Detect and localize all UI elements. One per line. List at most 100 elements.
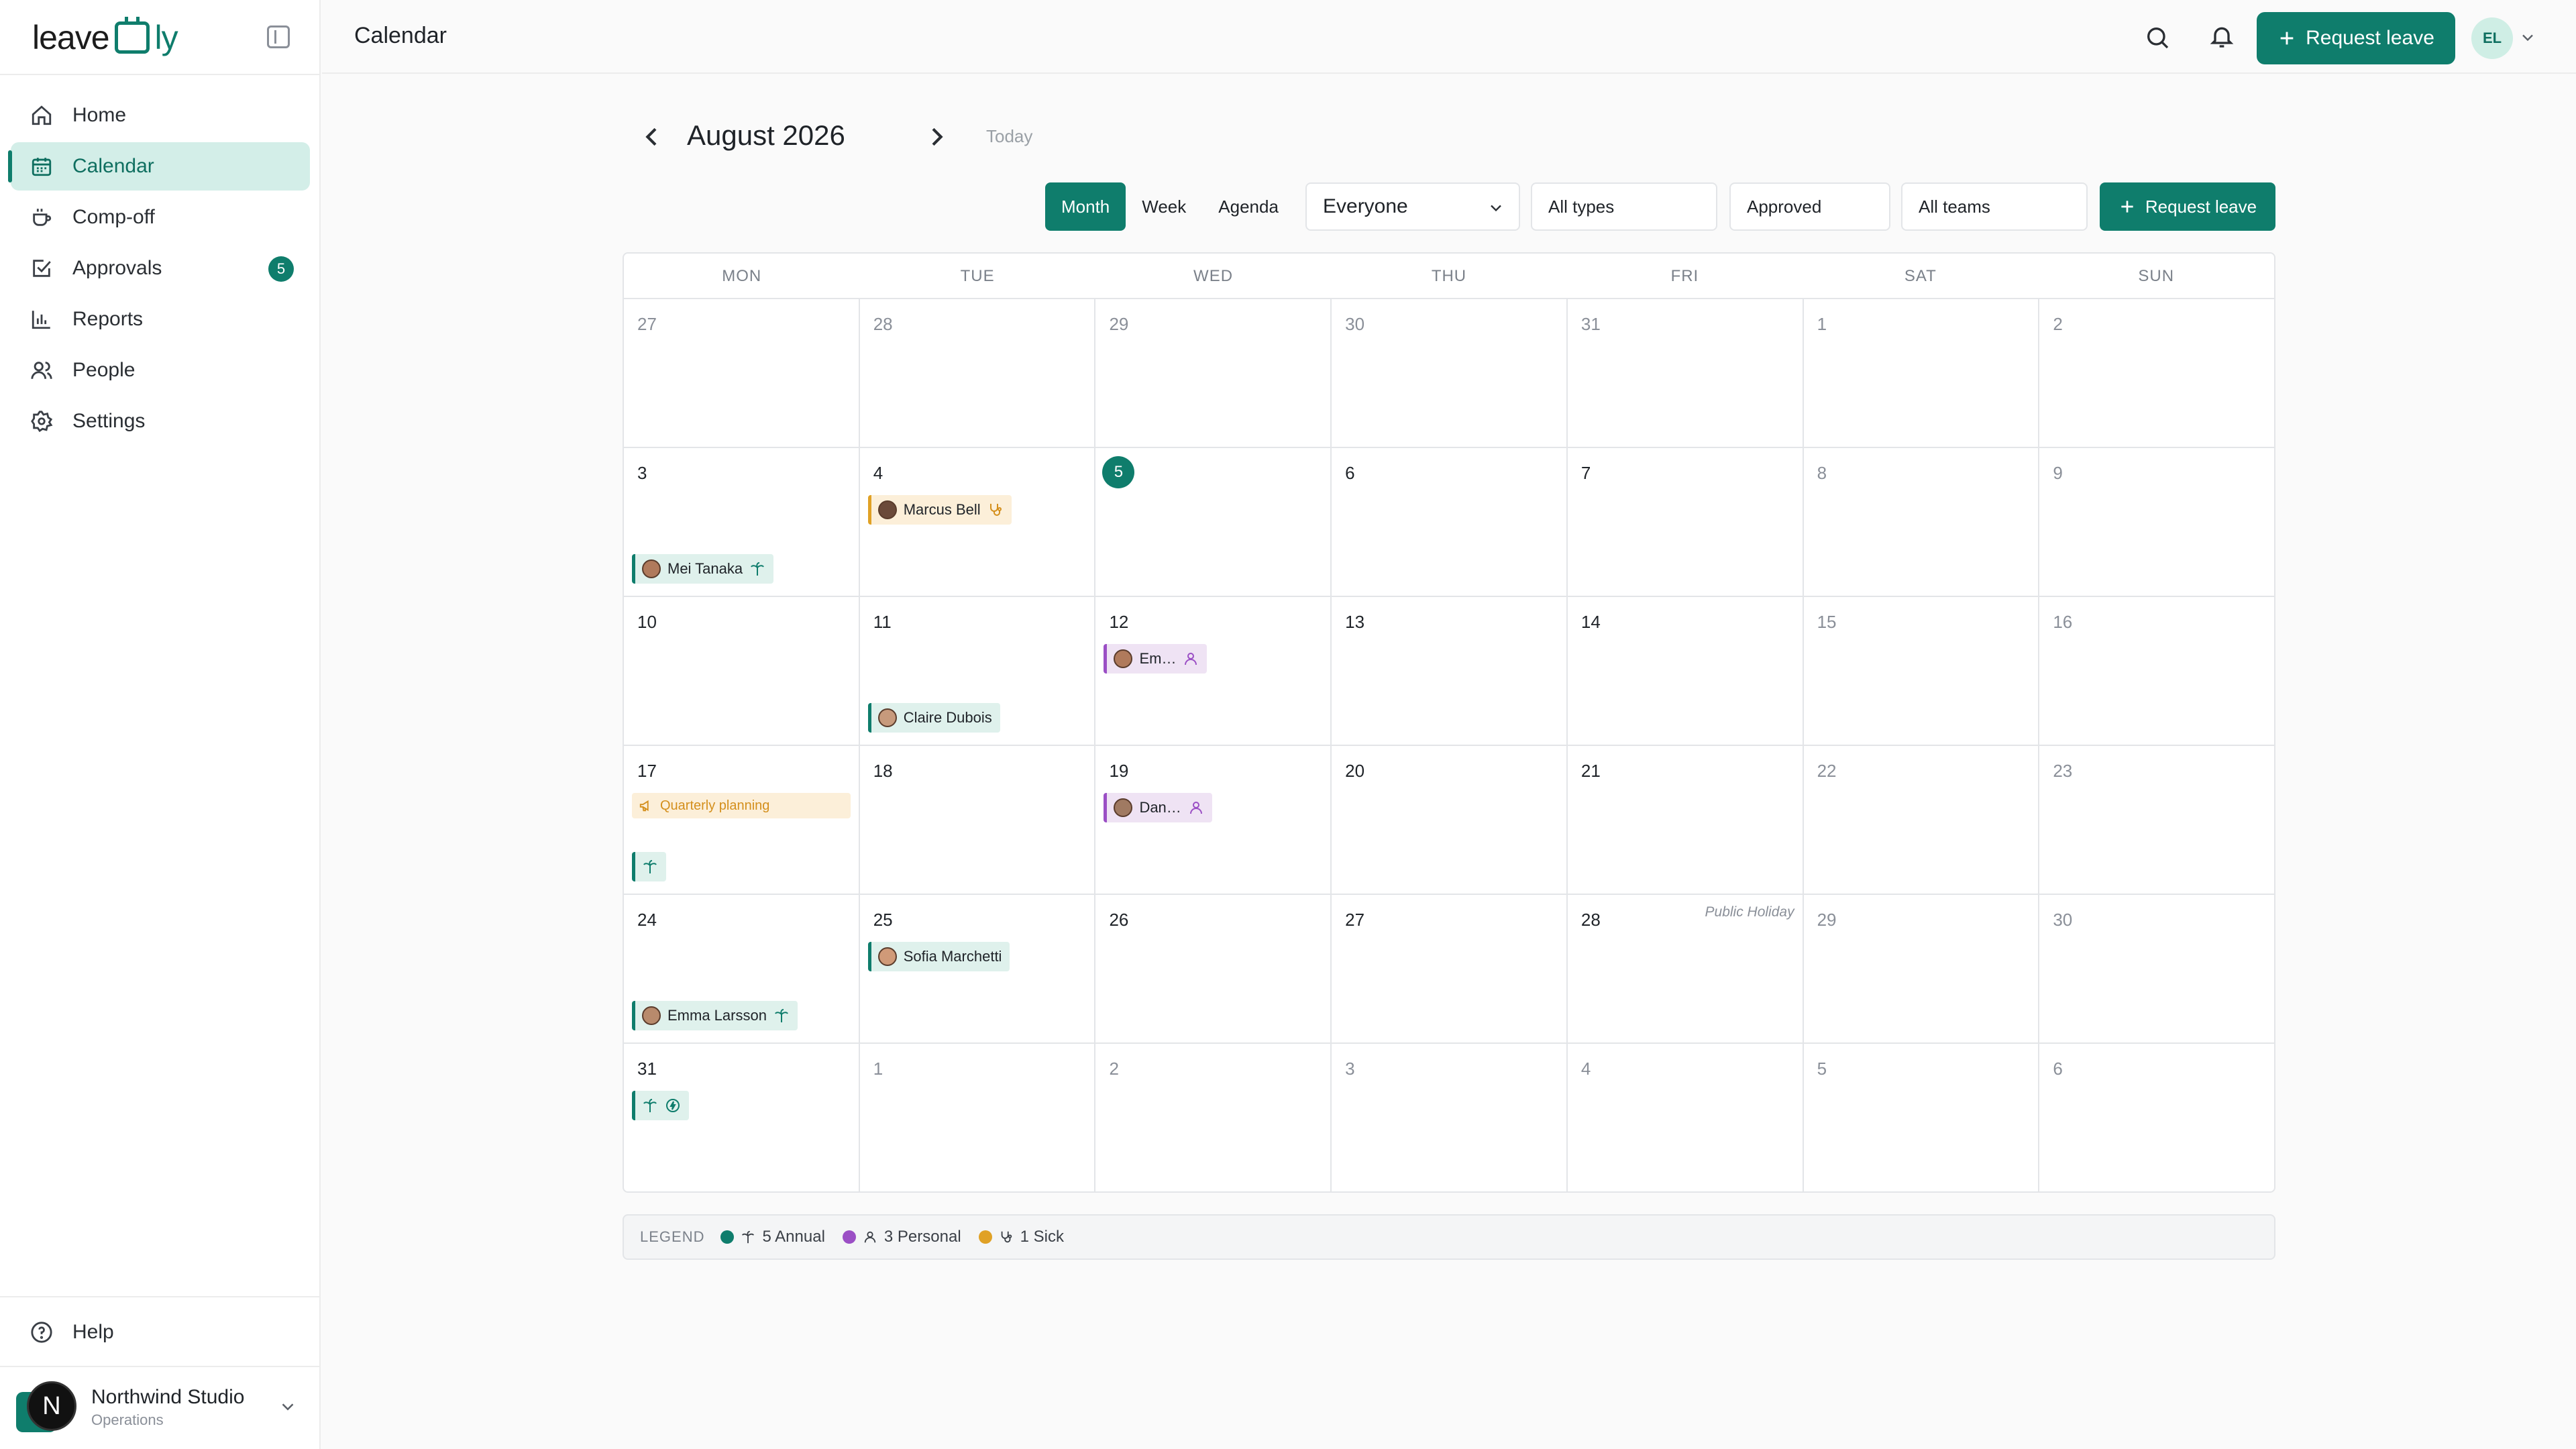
leave-chip-annual[interactable] xyxy=(632,1091,689,1120)
day-cell[interactable]: 3 xyxy=(1332,1044,1568,1191)
day-cell[interactable]: 29 xyxy=(1095,299,1332,447)
day-number: 23 xyxy=(2053,761,2073,781)
day-cell[interactable]: 23 xyxy=(2039,746,2274,894)
sidebar-item-approvals[interactable]: Approvals 5 xyxy=(11,244,310,292)
day-number: 30 xyxy=(1345,314,1365,334)
day-cell[interactable]: 8 xyxy=(1804,448,2040,596)
request-leave-button-secondary[interactable]: Request leave xyxy=(2100,182,2275,231)
sidebar-item-people[interactable]: People xyxy=(11,346,310,394)
type-filter-select[interactable]: All types xyxy=(1531,182,1717,231)
day-cell[interactable]: 28 xyxy=(860,299,1096,447)
legend: LEGEND 5 Annual 3 Personal 1 Sick xyxy=(623,1214,2275,1260)
help-link[interactable]: Help xyxy=(11,1308,310,1356)
collapse-sidebar-icon[interactable] xyxy=(267,25,290,48)
day-cell[interactable]: 7 xyxy=(1568,448,1804,596)
view-month-button[interactable]: Month xyxy=(1045,182,1126,231)
search-icon[interactable] xyxy=(2144,24,2171,51)
sidebar-item-calendar[interactable]: Calendar xyxy=(8,142,310,191)
bell-icon[interactable] xyxy=(2208,23,2235,50)
app-logo[interactable]: leave ly xyxy=(32,17,178,58)
avatar xyxy=(1114,649,1133,668)
day-cell[interactable]: 6 xyxy=(2039,1044,2274,1191)
user-avatar[interactable]: EL xyxy=(2471,17,2513,59)
sidebar-item-home[interactable]: Home xyxy=(11,91,310,140)
approvals-count-badge: 5 xyxy=(268,256,294,282)
day-cell[interactable]: 5 xyxy=(1804,1044,2040,1191)
day-cell[interactable]: 10 xyxy=(624,597,860,745)
day-number: 29 xyxy=(1109,314,1129,334)
previous-month-icon[interactable] xyxy=(639,123,665,150)
day-number: 2 xyxy=(1109,1059,1119,1079)
day-cell[interactable]: 15 xyxy=(1804,597,2040,745)
home-icon xyxy=(28,102,55,129)
sidebar-item-settings[interactable]: Settings xyxy=(11,397,310,445)
day-cell[interactable]: 19 Dan… xyxy=(1095,746,1332,894)
chevron-down-icon[interactable] xyxy=(2518,28,2537,47)
day-cell[interactable]: 13 xyxy=(1332,597,1568,745)
day-cell[interactable]: 9 xyxy=(2039,448,2274,596)
divider xyxy=(0,1366,321,1367)
sidebar-item-label: People xyxy=(72,359,136,381)
day-cell[interactable]: 31 xyxy=(624,1044,860,1191)
day-cell[interactable]: 27 xyxy=(624,299,860,447)
day-cell[interactable]: 11 Claire Dubois xyxy=(860,597,1096,745)
team-filter-select[interactable]: All teams xyxy=(1901,182,2088,231)
next-month-icon[interactable] xyxy=(923,123,950,150)
day-cell[interactable]: 2 xyxy=(2039,299,2274,447)
leave-chip-annual[interactable]: Mei Tanaka xyxy=(632,554,774,584)
day-cell[interactable]: 5 xyxy=(1095,448,1332,596)
day-cell[interactable]: 2 xyxy=(1095,1044,1332,1191)
workspace-switcher[interactable]: N Northwind Studio Operations xyxy=(16,1381,305,1434)
people-filter-select[interactable]: Everyone xyxy=(1305,182,1520,231)
day-cell[interactable]: 31 xyxy=(1568,299,1804,447)
leave-chip-annual[interactable]: Sofia Marchetti xyxy=(867,942,1010,971)
day-cell[interactable]: 30 xyxy=(1332,299,1568,447)
day-number: 1 xyxy=(873,1059,883,1079)
today-button[interactable]: Today xyxy=(986,126,1032,147)
view-agenda-button[interactable]: Agenda xyxy=(1202,182,1295,231)
day-cell[interactable]: 28 Public Holiday xyxy=(1568,895,1804,1042)
annual-color-dot xyxy=(720,1230,735,1244)
day-cell[interactable]: 22 xyxy=(1804,746,2040,894)
status-filter-select[interactable]: Approved xyxy=(1729,182,1890,231)
day-cell[interactable]: 4 xyxy=(1568,1044,1804,1191)
day-cell[interactable]: 6 xyxy=(1332,448,1568,596)
day-number: 28 xyxy=(873,314,893,334)
leave-chip-annual[interactable]: Emma Larsson xyxy=(632,1001,798,1030)
weekday-label: FRI xyxy=(1670,267,1699,285)
view-week-button[interactable]: Week xyxy=(1126,182,1202,231)
logo-text-tail: ly xyxy=(154,19,178,56)
leave-chip-annual[interactable] xyxy=(632,852,666,881)
sidebar-item-reports[interactable]: Reports xyxy=(11,295,310,343)
event-chip[interactable]: Quarterly planning xyxy=(632,793,851,818)
legend-label: 3 Personal xyxy=(883,1228,961,1246)
day-cell[interactable]: 4 Marcus Bell xyxy=(860,448,1096,596)
megaphone-icon xyxy=(639,800,649,812)
day-cell[interactable]: 26 xyxy=(1095,895,1332,1042)
day-cell[interactable]: 27 xyxy=(1332,895,1568,1042)
day-cell[interactable]: 14 xyxy=(1568,597,1804,745)
leave-chip-sick[interactable]: Marcus Bell xyxy=(867,495,1012,525)
day-cell[interactable]: 21 xyxy=(1568,746,1804,894)
sidebar-item-label: Settings xyxy=(72,410,146,432)
user-icon xyxy=(1185,653,1197,665)
day-number: 31 xyxy=(637,1059,657,1079)
day-cell[interactable]: 25 Sofia Marchetti xyxy=(860,895,1096,1042)
day-number: 15 xyxy=(1817,612,1837,632)
day-cell[interactable]: 30 xyxy=(2039,895,2274,1042)
day-cell[interactable]: 17 Quarterly planning xyxy=(624,746,860,894)
day-cell[interactable]: 20 xyxy=(1332,746,1568,894)
day-cell[interactable]: 3 Mei Tanaka xyxy=(624,448,860,596)
day-cell[interactable]: 1 xyxy=(1804,299,2040,447)
day-cell[interactable]: 12 Em… xyxy=(1095,597,1332,745)
day-cell[interactable]: 1 xyxy=(860,1044,1096,1191)
day-cell[interactable]: 16 xyxy=(2039,597,2274,745)
sidebar-item-comp-off[interactable]: Comp-off xyxy=(11,193,310,241)
leave-chip-annual[interactable]: Claire Dubois xyxy=(867,703,1000,733)
day-cell[interactable]: 18 xyxy=(860,746,1096,894)
leave-chip-personal[interactable]: Dan… xyxy=(1104,793,1212,822)
leave-chip-personal[interactable]: Em… xyxy=(1104,644,1208,674)
day-cell[interactable]: 24 Emma Larsson xyxy=(624,895,860,1042)
day-cell[interactable]: 29 xyxy=(1804,895,2040,1042)
request-leave-button[interactable]: Request leave xyxy=(2257,12,2455,64)
